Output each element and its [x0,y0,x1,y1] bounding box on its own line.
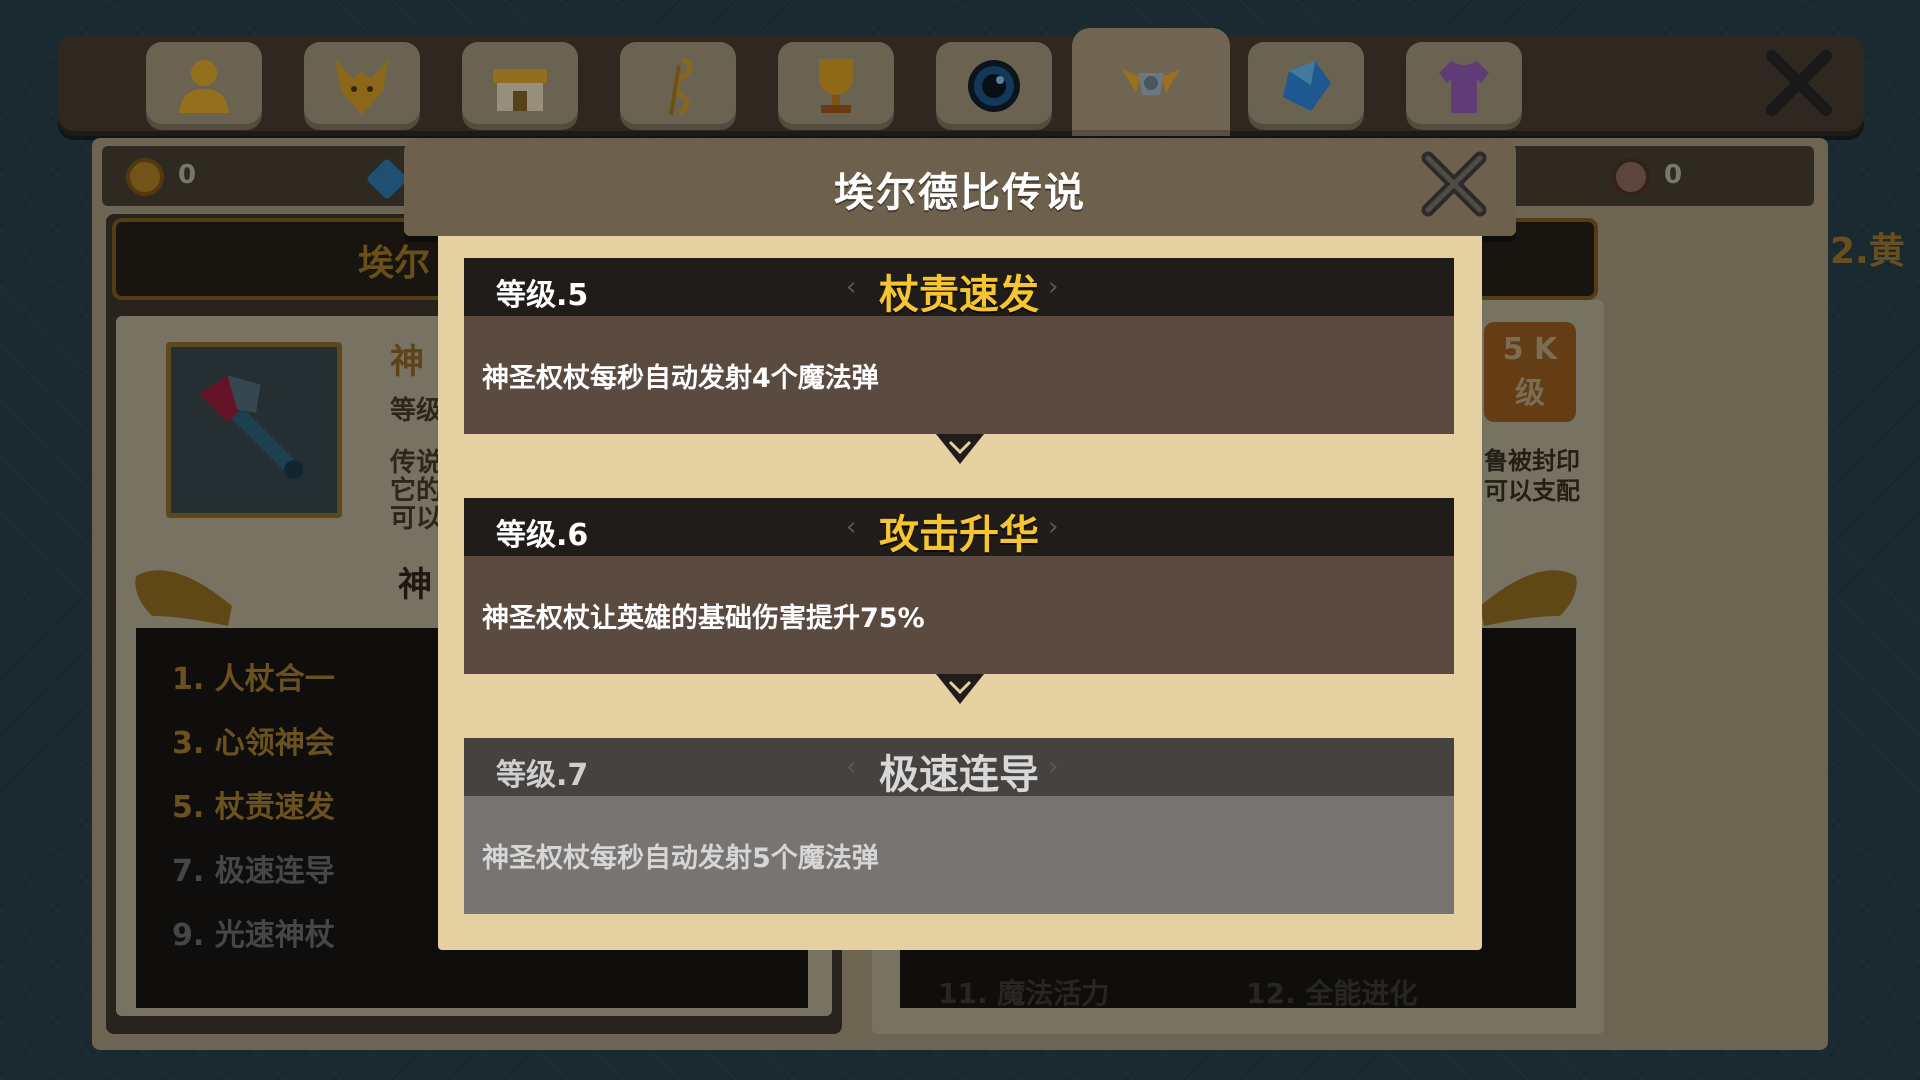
skill-tab[interactable] [620,42,736,130]
gem-tab[interactable] [1248,42,1364,130]
shirt-icon [1439,61,1489,113]
hero-tab[interactable] [146,42,262,130]
dragon-head-icon [335,59,389,115]
skill-list-item[interactable]: 1. 人杖合一 [172,654,335,698]
scepter-icon [199,375,304,480]
chevron-right-icon: › [1048,752,1059,782]
gold-amount: 0 [178,160,197,190]
item-desc-line: 可以 [390,504,443,534]
orb-tab[interactable] [936,42,1052,130]
level-description: 神圣权杖每秒自动发射4个魔法弹 [482,363,879,394]
skill-list-item[interactable]: 12. 全能进化 [1246,972,1417,1012]
skill-list-item[interactable]: 5. 杖责速发 [172,782,335,826]
upgrade-button[interactable]: 5 K 级 [1484,322,1576,422]
relic-tab[interactable] [1072,28,1230,136]
blue-gem-icon [1283,61,1331,111]
dark-orb-icon [968,60,1020,112]
right-desc-line: 可以支配 [1484,477,1580,505]
relic-title: 埃尔 [358,243,431,284]
close-icon[interactable] [1762,46,1836,120]
chevron-right-icon: › [1048,272,1059,302]
wing-right-icon [1480,570,1577,626]
close-icon [1421,151,1487,217]
upgrade-button-cost: 5 K [1502,332,1558,367]
upgrade-button-label: 级 [1515,376,1545,411]
level-skill-name: 极速连导 [879,752,1039,798]
shop-icon [493,69,547,111]
modal-title: 埃尔德比传说 [834,170,1086,216]
skill-list-item[interactable]: 3. 心领神会 [172,718,335,762]
chevron-down-icon [936,674,984,704]
item-desc-line: 它的 [390,476,443,506]
relic-point-icon [1612,158,1650,196]
chevron-right-icon: › [1048,512,1059,542]
winged-crest-icon [1122,69,1180,95]
level-skill-name: 攻击升华 [879,512,1039,558]
skill-list-item[interactable]: 9. 光速神杖 [172,910,335,954]
level-skill-name: 杖责速发 [879,272,1039,318]
level-card-locked: 等级.7 ‹ 极速连导 › 神圣权杖每秒自动发射5个魔法弹 [464,738,1454,914]
side-tab-label[interactable]: 2.黄 [1830,222,1905,274]
trophy-icon [819,59,853,113]
person-icon [179,60,229,113]
relic-item-slot[interactable] [166,342,342,518]
right-desc-line: 鲁被封印 [1484,447,1580,475]
item-name: 神 [390,342,424,382]
mount-tab[interactable] [304,42,420,130]
chevron-down-icon [936,434,984,464]
modal-close-button[interactable] [1416,146,1492,222]
skill-list-item[interactable]: 7. 极速连导 [172,846,335,890]
skill-list-item[interactable]: 11. 魔法活力 [938,972,1109,1012]
section-title: 神 [398,565,432,605]
trophy-tab[interactable] [778,42,894,130]
wing-left-icon [135,570,232,626]
item-level: 等级 [390,396,443,426]
shop-tab[interactable] [462,42,578,130]
level-card: 等级.6 ‹ 攻击升华 › 神圣权杖让英雄的基础伤害提升75% [464,498,1454,674]
costume-tab[interactable] [1406,42,1522,130]
gold-coin-icon [126,158,164,196]
relic-point-amount: 0 [1664,160,1683,190]
level-card: 等级.5 ‹ 杖责速发 › 神圣权杖每秒自动发射4个魔法弹 [464,258,1454,434]
item-desc-line: 传说 [390,448,443,478]
level-description: 神圣权杖让英雄的基础伤害提升75% [482,603,925,634]
level-description: 神圣权杖每秒自动发射5个魔法弹 [482,843,879,874]
serpent-staff-icon [669,56,693,116]
